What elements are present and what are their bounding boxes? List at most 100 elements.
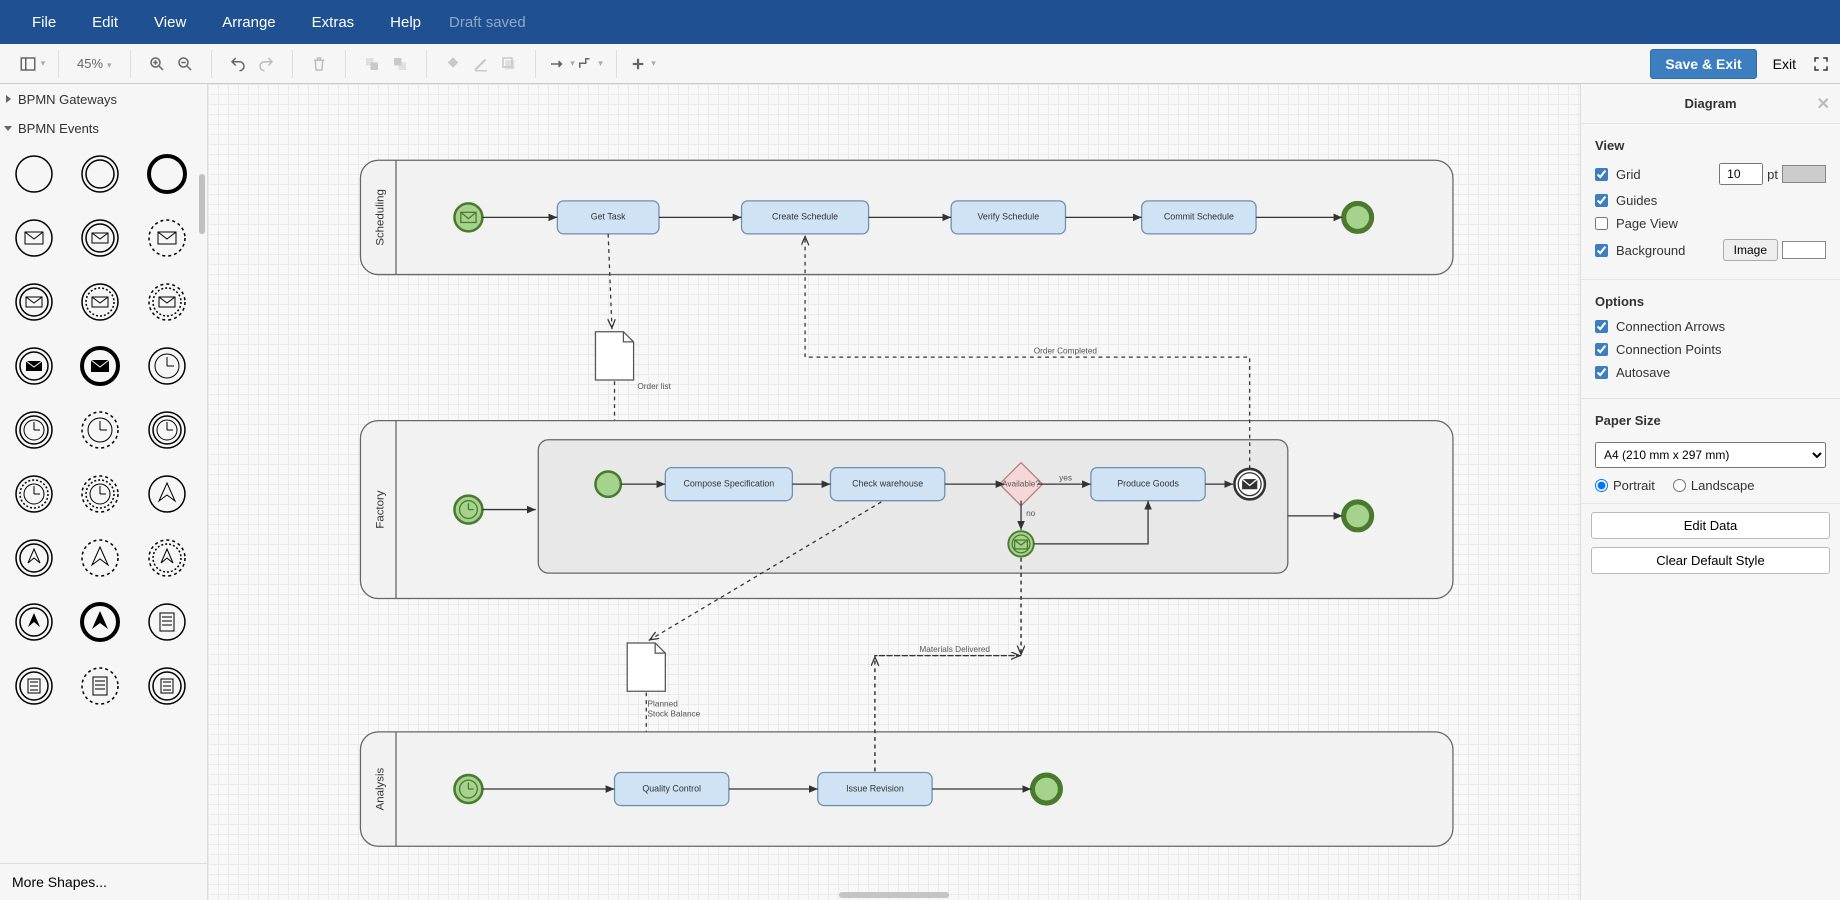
papersize-select[interactable]: A4 (210 mm x 297 mm): [1595, 442, 1826, 468]
shadow-button[interactable]: [495, 50, 523, 78]
menu-arrange[interactable]: Arrange: [204, 14, 293, 31]
menu-bar: File Edit View Arrange Extras Help Draft…: [0, 0, 1840, 44]
insert-button[interactable]: [629, 50, 657, 78]
event-escalation-intermediate[interactable]: [6, 530, 62, 586]
event-timer-all-dashed[interactable]: [72, 466, 128, 522]
zoom-out-button[interactable]: [171, 50, 199, 78]
event-conditional-dashed[interactable]: [72, 658, 128, 714]
event-message-start[interactable]: [6, 210, 62, 266]
doc-order-list[interactable]: [595, 332, 633, 380]
grid-size-input[interactable]: [1719, 163, 1763, 185]
subprocess-factory[interactable]: [538, 440, 1288, 573]
palette-section-gateways[interactable]: BPMN Gateways: [0, 84, 207, 113]
lane-label-analysis: Analysis: [374, 767, 386, 810]
event-message-both-dashed[interactable]: [139, 274, 195, 330]
event-conditional-start[interactable]: [139, 594, 195, 650]
exit-button[interactable]: Exit: [1767, 52, 1802, 76]
event-escalation-start[interactable]: [139, 466, 195, 522]
save-exit-button[interactable]: Save & Exit: [1650, 49, 1756, 79]
svg-text:Verify Schedule: Verify Schedule: [977, 212, 1039, 222]
doc-stock-balance[interactable]: [627, 643, 665, 691]
fullscreen-icon[interactable]: [1812, 55, 1830, 73]
line-color-button[interactable]: [467, 50, 495, 78]
event-none-intermediate[interactable]: [72, 146, 128, 202]
canvas[interactable]: Scheduling Get Task Create Schedule Veri…: [208, 84, 1580, 900]
zoom-in-button[interactable]: [143, 50, 171, 78]
background-color-swatch[interactable]: [1782, 241, 1826, 259]
event-none-start[interactable]: [6, 146, 62, 202]
lane-label-scheduling: Scheduling: [374, 189, 386, 246]
menu-file[interactable]: File: [14, 14, 74, 31]
end-event-scheduling[interactable]: [1344, 203, 1372, 231]
event-escalation-end[interactable]: [72, 594, 128, 650]
more-shapes-button[interactable]: More Shapes...: [0, 863, 207, 900]
event-escalation-both-dashed[interactable]: [139, 530, 195, 586]
event-message-intermediate[interactable]: [72, 210, 128, 266]
event-none-end[interactable]: [139, 146, 195, 202]
event-timer-start[interactable]: [139, 338, 195, 394]
save-status: Draft saved: [439, 14, 526, 31]
svg-text:Quality Control: Quality Control: [642, 783, 701, 793]
end-event-factory[interactable]: [1344, 502, 1372, 530]
portrait-radio[interactable]: [1595, 479, 1608, 492]
svg-text:Commit Schedule: Commit Schedule: [1164, 212, 1234, 222]
canvas-h-scrollbar[interactable]: [839, 892, 949, 898]
menu-view[interactable]: View: [136, 14, 204, 31]
diagram-svg[interactable]: Scheduling Get Task Create Schedule Veri…: [208, 84, 1580, 900]
connection-type-button[interactable]: [548, 50, 576, 78]
toolbar: 45% Save & Exit Exit: [0, 44, 1840, 84]
palette-grid: [0, 142, 207, 863]
close-panel-icon[interactable]: ✕: [1817, 94, 1830, 114]
background-image-button[interactable]: Image: [1723, 239, 1778, 261]
event-message-catch[interactable]: [6, 274, 62, 330]
svg-text:Compose Specification: Compose Specification: [683, 479, 774, 489]
event-escalation-throw[interactable]: [6, 594, 62, 650]
event-message-throw[interactable]: [6, 338, 62, 394]
start-event-message[interactable]: [454, 203, 482, 231]
conn-points-checkbox[interactable]: [1595, 343, 1608, 356]
event-message-catch-dashed[interactable]: [72, 274, 128, 330]
event-message-noninterrupt[interactable]: [139, 210, 195, 266]
redo-button[interactable]: [252, 50, 280, 78]
edit-data-button[interactable]: Edit Data: [1591, 512, 1829, 539]
event-message-end[interactable]: [72, 338, 128, 394]
event-conditional-intermediate[interactable]: [6, 658, 62, 714]
landscape-radio[interactable]: [1673, 479, 1686, 492]
autosave-checkbox[interactable]: [1595, 366, 1608, 379]
lane-label-factory: Factory: [374, 490, 386, 528]
guides-checkbox[interactable]: [1595, 194, 1608, 207]
end-event-analysis[interactable]: [1032, 775, 1060, 803]
event-escalation-dashed[interactable]: [72, 530, 128, 586]
view-mode-button[interactable]: [18, 50, 46, 78]
fill-color-button[interactable]: [439, 50, 467, 78]
event-timer-catch[interactable]: [139, 402, 195, 458]
palette-section-events[interactable]: BPMN Events: [0, 113, 207, 142]
menu-extras[interactable]: Extras: [294, 14, 373, 31]
palette-scrollbar[interactable]: [199, 174, 205, 234]
clear-style-button[interactable]: Clear Default Style: [1591, 547, 1829, 574]
doc-stock-balance-label-2: Stock Balance: [648, 710, 701, 719]
waypoint-type-button[interactable]: [576, 50, 604, 78]
pageview-checkbox[interactable]: [1595, 217, 1608, 230]
to-front-button[interactable]: [358, 50, 386, 78]
zoom-level[interactable]: 45%: [71, 56, 118, 71]
conn-arrows-checkbox[interactable]: [1595, 320, 1608, 333]
inner-start-factory[interactable]: [595, 471, 620, 496]
background-checkbox[interactable]: [1595, 244, 1608, 257]
grid-color-swatch[interactable]: [1782, 165, 1826, 183]
menu-edit[interactable]: Edit: [74, 14, 136, 31]
view-heading: View: [1595, 138, 1826, 153]
svg-text:Produce Goods: Produce Goods: [1117, 479, 1179, 489]
grid-checkbox[interactable]: [1595, 168, 1608, 181]
event-timer-both-dashed[interactable]: [6, 466, 62, 522]
event-conditional-catch[interactable]: [139, 658, 195, 714]
svg-text:Create Schedule: Create Schedule: [772, 212, 838, 222]
to-back-button[interactable]: [386, 50, 414, 78]
menu-help[interactable]: Help: [372, 14, 439, 31]
svg-text:no: no: [1026, 509, 1036, 518]
delete-button[interactable]: [305, 50, 333, 78]
msg-materials-delivered: Materials Delivered: [919, 645, 990, 654]
undo-button[interactable]: [224, 50, 252, 78]
event-timer-noninterrupt[interactable]: [72, 402, 128, 458]
event-timer-intermediate[interactable]: [6, 402, 62, 458]
